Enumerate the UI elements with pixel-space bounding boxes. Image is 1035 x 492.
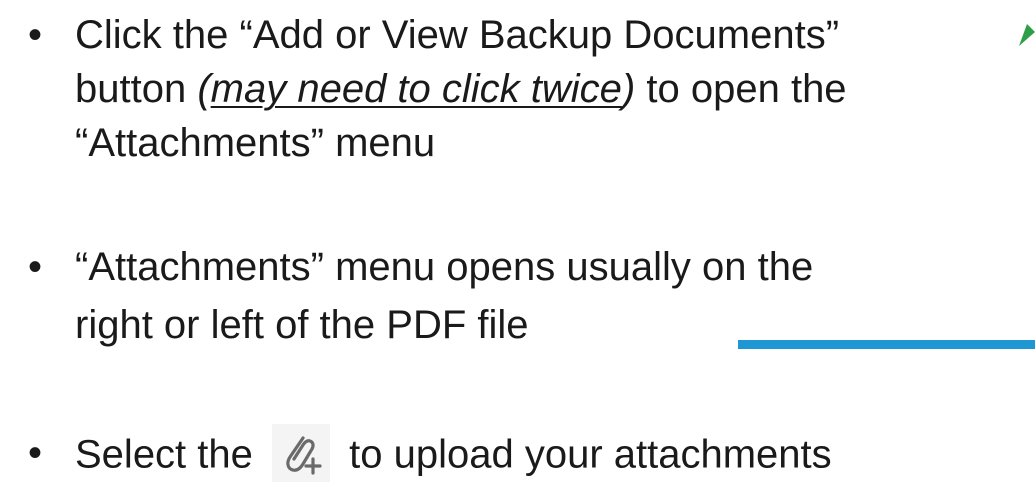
paperclip-plus-icon	[272, 424, 331, 482]
blue-pointer-line	[738, 340, 1035, 349]
bullet-1-line-2: button (may need to click twice) to open…	[75, 64, 847, 114]
paperclip-plus-icon-svg	[286, 436, 322, 475]
click-twice-note: (may need to click twice)	[197, 67, 636, 111]
green-arrow-icon	[1019, 24, 1035, 46]
slide: • Click the “Add or View Backup Document…	[0, 0, 1035, 492]
bullet-1-line-1: Click the “Add or View Backup Documents”	[75, 13, 840, 57]
bullet-marker: •	[28, 13, 43, 57]
bullet-marker: •	[28, 245, 43, 289]
bullet-3-before-icon: Select the	[75, 432, 265, 477]
bullet-2-line-2: right or left of the PDF file	[75, 303, 529, 347]
bullet-3-line-1: Select the to upload your attachments	[75, 424, 832, 486]
click-twice-note-text: may need to click twice	[210, 67, 622, 111]
bullet-1-line-3: “Attachments” menu	[75, 121, 436, 165]
bullet-3-after-icon: to upload your attachments	[338, 432, 832, 477]
bullet-1-open-text: to open the	[635, 67, 847, 111]
bullet-marker: •	[28, 431, 43, 475]
bullet-1-button-word: button	[75, 67, 198, 111]
bullet-2-line-1: “Attachments” menu opens usually on the	[75, 245, 814, 289]
